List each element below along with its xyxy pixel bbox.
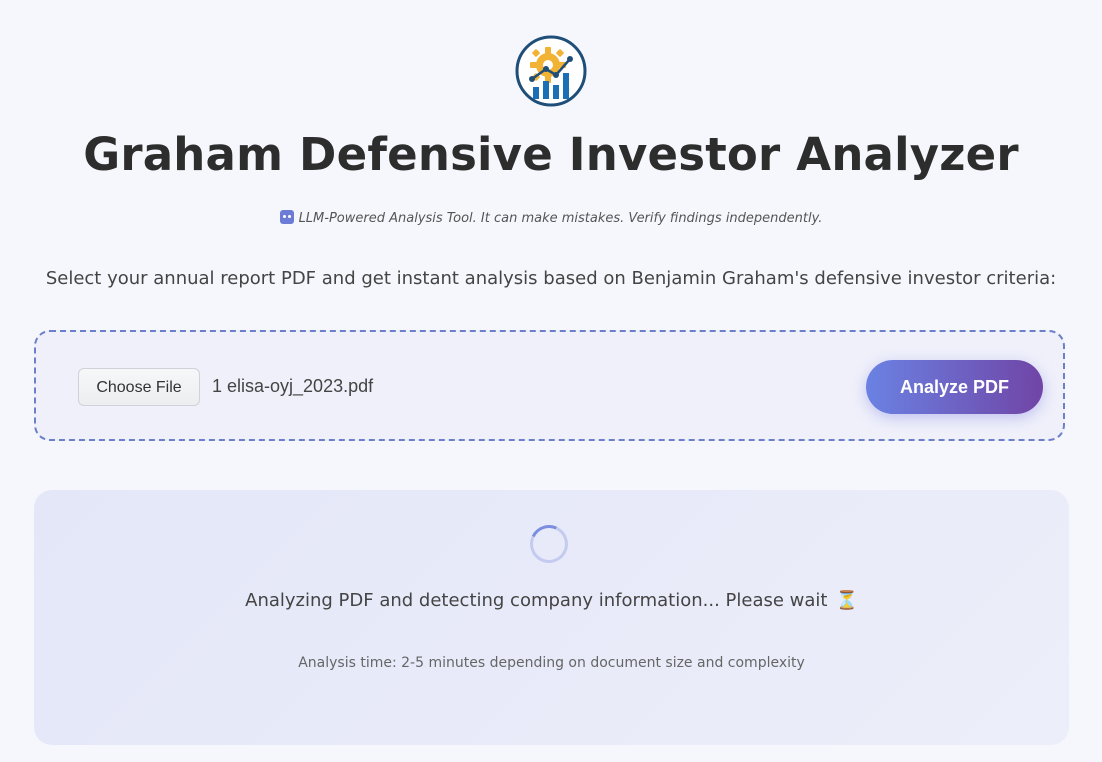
loading-spinner-icon: [524, 519, 574, 569]
choose-file-button[interactable]: Choose File: [78, 368, 200, 406]
disclaimer: LLM-Powered Analysis Tool. It can make m…: [0, 210, 1102, 226]
intro-text: Select your annual report PDF and get in…: [45, 268, 1057, 289]
gear-chart-logo-icon: [515, 35, 587, 107]
page-title: Graham Defensive Investor Analyzer: [83, 128, 1019, 181]
upload-dropzone[interactable]: Choose File 1 elisa-oyj_2023.pdf Analyze…: [34, 330, 1065, 441]
analyze-pdf-button[interactable]: Analyze PDF: [866, 360, 1043, 414]
analysis-time-note: Analysis time: 2-5 minutes depending on …: [298, 655, 805, 671]
progress-panel: Analyzing PDF and detecting company info…: [34, 490, 1069, 745]
hourglass-icon: ⏳: [835, 590, 858, 611]
status-message: Analyzing PDF and detecting company info…: [34, 590, 1069, 611]
robot-icon: [279, 210, 294, 224]
disclaimer-text: LLM-Powered Analysis Tool. It can make m…: [298, 211, 823, 226]
selected-file-name: 1 elisa-oyj_2023.pdf: [212, 376, 374, 396]
status-text: Analyzing PDF and detecting company info…: [245, 590, 828, 611]
